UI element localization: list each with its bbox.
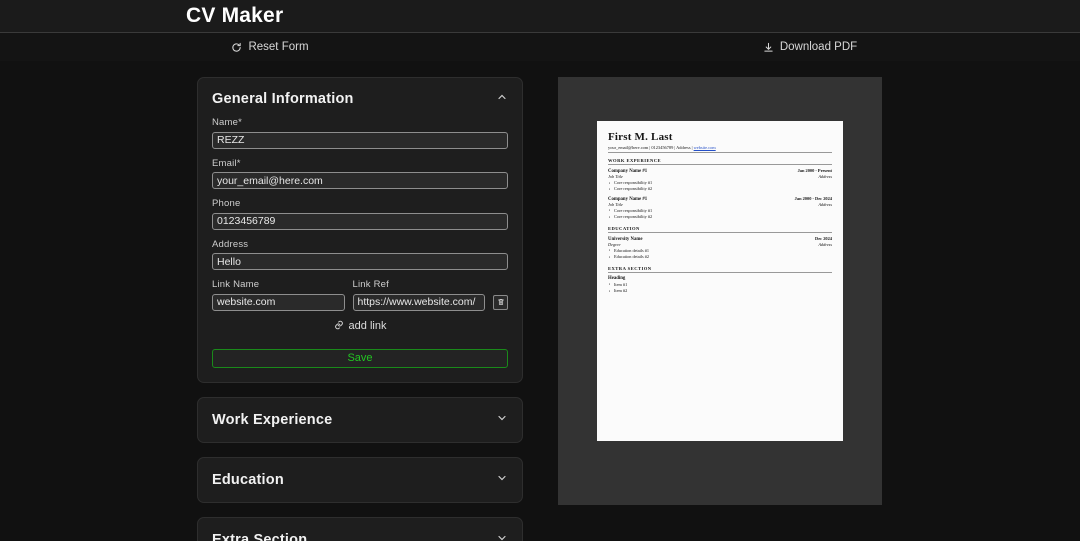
delete-link-button[interactable] (493, 293, 508, 311)
link-name-input[interactable] (212, 293, 345, 311)
cv-document-preview: First M. Last your_email@here.com | 0123… (597, 121, 843, 441)
cv-role: Degree (608, 241, 621, 247)
preview-panel: First M. Last your_email@here.com | 0123… (558, 77, 882, 505)
section-education[interactable]: Education (197, 456, 523, 503)
cv-phone: 0123456789 (651, 145, 674, 150)
cv-extra-heading: Heading (608, 275, 626, 281)
address-label: Address (212, 238, 249, 250)
cv-entry-sub: Job Title Address (608, 174, 832, 179)
email-input[interactable] (212, 172, 508, 189)
cv-entry: Company Name #1 Jan 2000 - Dec 2024 Job … (608, 196, 832, 221)
address-input[interactable] (212, 253, 508, 270)
cv-bullets: Education details #1 Education details #… (608, 248, 832, 261)
chevron-down-icon[interactable] (496, 531, 508, 541)
cv-role: Job Title (608, 174, 623, 179)
name-input[interactable] (212, 131, 508, 149)
cv-address: Address (676, 145, 691, 150)
phone-label: Phone (212, 198, 241, 209)
field-name: Name* (212, 117, 508, 149)
download-pdf-label: Download PDF (779, 41, 858, 53)
general-information-header[interactable]: General Information (212, 90, 508, 108)
cv-name: First M. Last (608, 131, 673, 143)
download-icon (763, 42, 774, 53)
extra-section-header[interactable]: Extra Section (198, 518, 522, 541)
cv-bullet: Education details #2 (608, 254, 832, 260)
chevron-down-icon[interactable] (496, 471, 508, 489)
email-label: Email* (212, 157, 241, 169)
cv-bullets: Core responsibility #1 Core responsibili… (608, 208, 832, 221)
cv-section-title-education: EDUCATION (608, 226, 832, 233)
app-header: CV Maker (0, 0, 1080, 33)
cv-section-title-work: WORK EXPERIENCE (608, 158, 832, 165)
toolbar-left-slot: Reset Form (0, 41, 540, 53)
section-general-information: General Information Name* Email* Phone A… (197, 77, 523, 383)
reset-icon (231, 42, 242, 53)
education-title: Education (212, 471, 284, 488)
cv-role: Job Title (608, 201, 623, 207)
link-name-label: Link Name (212, 279, 260, 290)
reset-form-button[interactable]: Reset Form (231, 41, 309, 53)
cv-location: Address (818, 174, 832, 179)
add-link-label: add link (348, 320, 387, 332)
cv-bullet: Item #2 (608, 288, 832, 294)
cv-location: Address (818, 241, 832, 247)
work-experience-title: Work Experience (212, 411, 333, 428)
cv-section-title-extra: EXTRA SECTION (608, 266, 832, 273)
main-content: General Information Name* Email* Phone A… (0, 61, 1080, 541)
name-label: Name* (212, 117, 243, 128)
cv-date: Jan 2000 - Dec 2024 (794, 195, 832, 201)
link-ref-input[interactable] (352, 293, 485, 311)
page-title: CV Maker (186, 4, 284, 27)
link-icon (334, 320, 344, 333)
link-ref-label: Link Ref (352, 279, 389, 290)
field-email: Email* (212, 157, 508, 189)
cv-website-link[interactable]: website.com (694, 145, 716, 150)
extra-section-title: Extra Section (212, 531, 308, 541)
cv-location: Address (818, 201, 832, 207)
field-address: Address (212, 238, 508, 270)
save-button[interactable]: Save (212, 348, 508, 368)
trash-icon (497, 293, 505, 311)
section-extra[interactable]: Extra Section (197, 516, 523, 541)
form-column: General Information Name* Email* Phone A… (197, 77, 523, 541)
cv-email: your_email@here.com (608, 145, 649, 150)
link-row: Link Name Link Ref (212, 279, 508, 311)
add-link-button[interactable]: add link (212, 320, 508, 333)
work-experience-header[interactable]: Work Experience (198, 398, 522, 442)
chevron-up-icon[interactable] (496, 90, 508, 108)
cv-bullets: Core responsibility #1 Core responsibili… (608, 180, 832, 193)
education-header[interactable]: Education (198, 458, 522, 502)
chevron-down-icon[interactable] (496, 411, 508, 429)
cv-bullet: Core responsibility #2 (608, 214, 832, 220)
cv-entry: University Name Dec 2024 Degree Address … (608, 236, 832, 261)
section-work-experience[interactable]: Work Experience (197, 396, 523, 443)
toolbar-right-slot: Download PDF (540, 41, 1080, 53)
cv-entry-sub: Job Title Address (608, 202, 832, 207)
toolbar: Reset Form Download PDF (0, 33, 1080, 61)
download-pdf-button[interactable]: Download PDF (763, 41, 857, 53)
cv-entry-sub: Degree Address (608, 242, 832, 247)
field-phone: Phone (212, 198, 508, 230)
field-link-name: Link Name (212, 279, 345, 311)
cv-entry: Company Name #1 Jan 2000 - Present Job T… (608, 168, 832, 193)
field-link-ref: Link Ref (352, 279, 485, 311)
cv-contact-line: your_email@here.com | 0123456789 | Addre… (608, 145, 832, 153)
cv-bullets: Item #1 Item #2 (608, 282, 832, 295)
cv-date: Jan 2000 - Present (797, 168, 832, 173)
phone-input[interactable] (212, 212, 508, 230)
cv-date: Dec 2024 (815, 235, 832, 241)
general-information-title: General Information (212, 91, 354, 107)
reset-form-label: Reset Form (248, 41, 309, 53)
cv-bullet: Core responsibility #2 (608, 186, 832, 192)
